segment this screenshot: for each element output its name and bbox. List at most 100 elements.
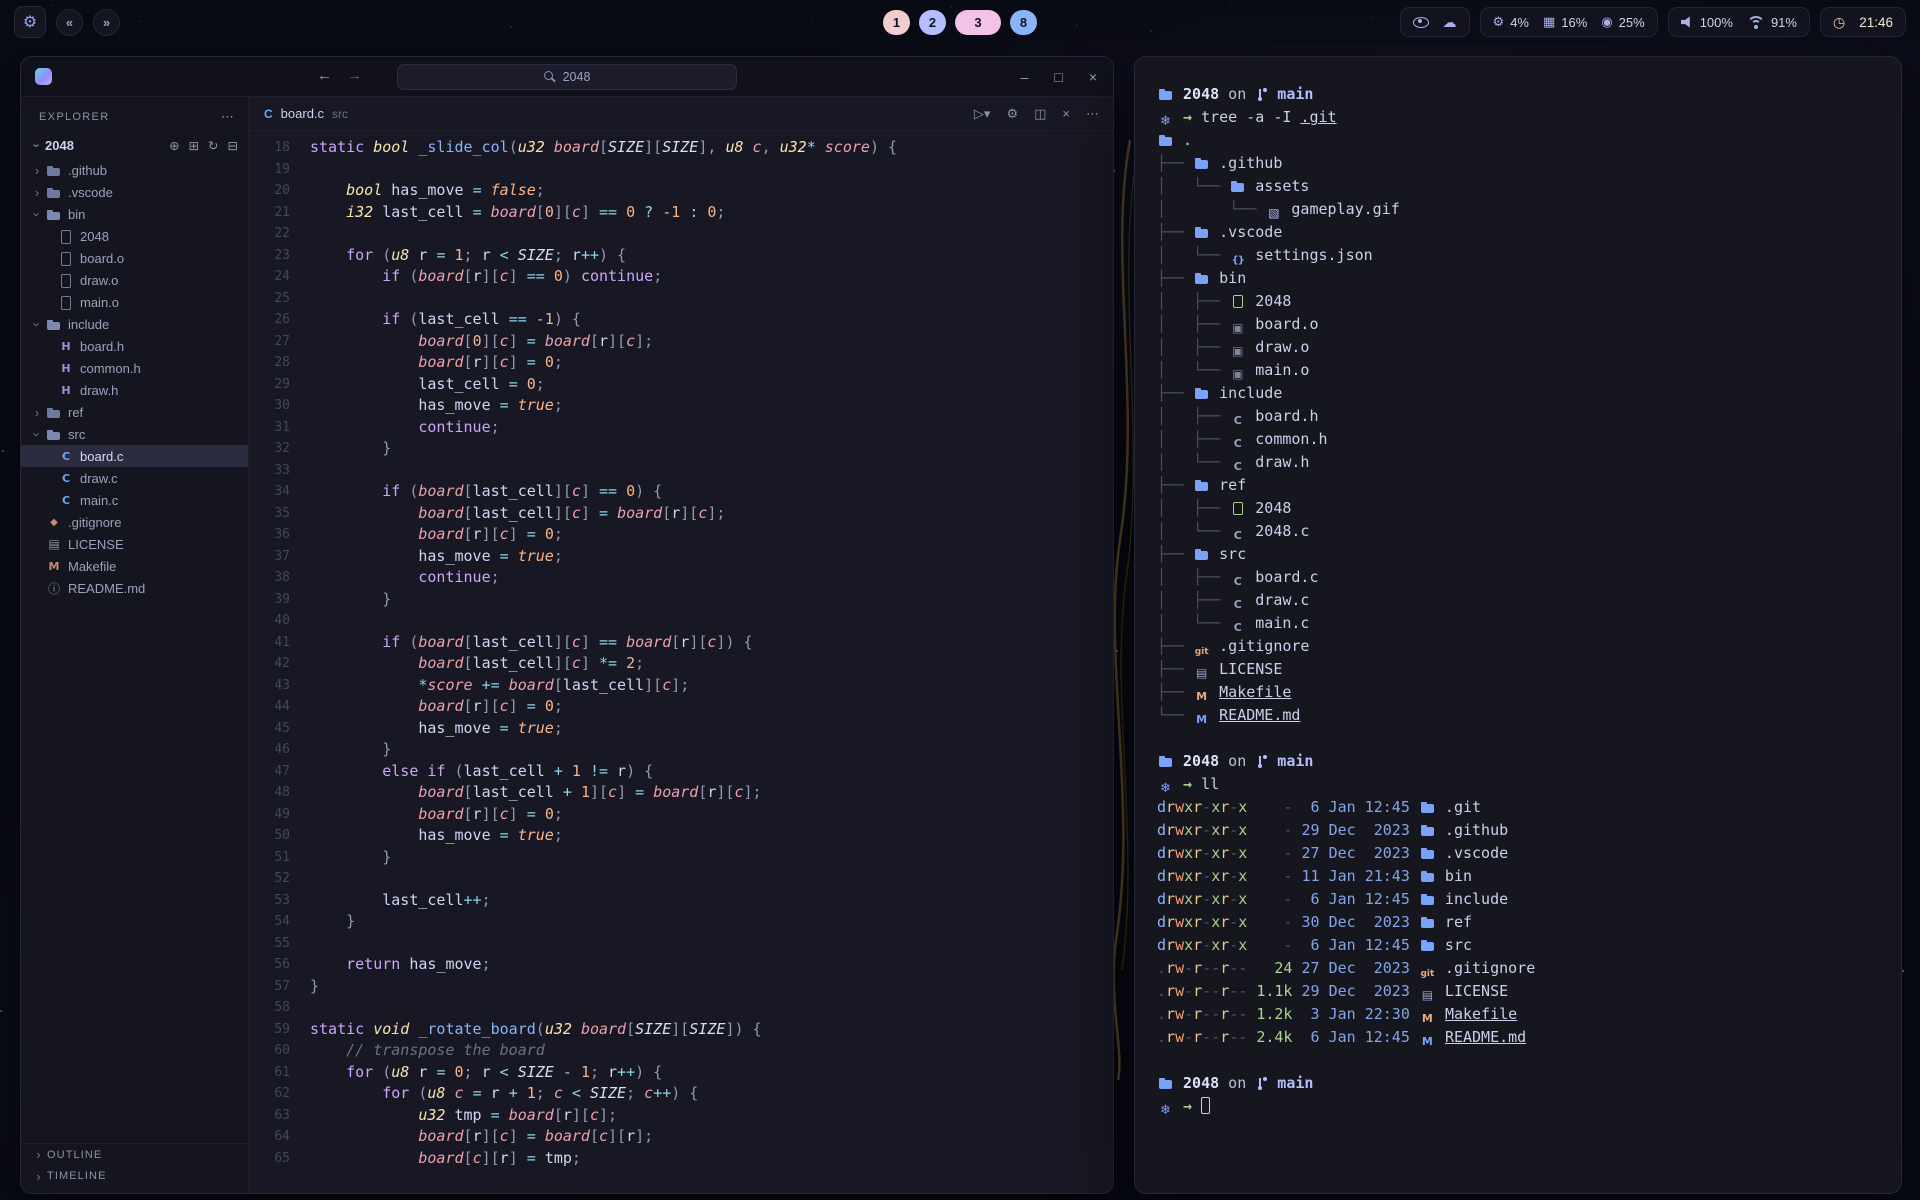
run-icon[interactable]: ▷▾ — [974, 106, 991, 122]
wifi-stat[interactable]: 91% — [1747, 15, 1797, 30]
volume-stat[interactable]: 100% — [1681, 15, 1733, 30]
terminal-line: ├── ▤ LICENSE — [1157, 658, 1879, 681]
file-tree-item-src[interactable]: ›src — [21, 423, 248, 445]
split-editor-icon[interactable]: ◫ — [1034, 106, 1046, 122]
file-tree-item-draw.c[interactable]: Cdraw.c — [21, 467, 248, 489]
skip-forward-icon: » — [103, 15, 110, 30]
new-file-icon[interactable]: ⊕ — [169, 138, 179, 153]
file-tree-item-common.h[interactable]: Hcommon.h — [21, 357, 248, 379]
code-area[interactable]: 18static bool _slide_col(u32 board[SIZE]… — [250, 131, 1113, 1193]
terminal-line: drwxr-xr-x - 11 Jan 21:43 bin — [1157, 865, 1879, 888]
line-number: 55 — [250, 933, 310, 955]
clock-widget[interactable]: ◷ 21:46 — [1820, 7, 1906, 37]
file-tree-item-draw.o[interactable]: draw.o — [21, 269, 248, 291]
more-actions-icon[interactable]: ⋯ — [1086, 106, 1099, 122]
file-tree-item-board.c[interactable]: Cboard.c — [21, 445, 248, 467]
collapse-all-icon[interactable]: ⊟ — [228, 138, 238, 153]
code-line: 51 } — [250, 847, 1113, 869]
file-tree-item-main.c[interactable]: Cmain.c — [21, 489, 248, 511]
file-label: main.o — [80, 295, 119, 310]
line-number: 35 — [250, 503, 310, 525]
folder-icon — [1157, 86, 1174, 102]
file-tree-item-.vscode[interactable]: ›.vscode — [21, 181, 248, 203]
new-folder-icon[interactable]: ⊞ — [189, 138, 199, 153]
code-line: 41 if (board[last_cell][c] == board[r][c… — [250, 632, 1113, 654]
terminal-window[interactable]: 2048 on main❄ → tree -a -I .git .├── .gi… — [1134, 56, 1902, 1194]
file-tree-item-.gitignore[interactable]: ◆.gitignore — [21, 511, 248, 533]
refresh-icon[interactable]: ↻ — [208, 138, 218, 153]
c-source-icon: C — [1229, 528, 1246, 544]
close-editor-icon[interactable]: × — [1062, 106, 1070, 122]
line-number: 54 — [250, 911, 310, 933]
editor-tab-bar[interactable]: C board.c src ▷▾⚙◫×⋯ — [250, 97, 1113, 131]
file-tree-item-README.md[interactable]: ⓘREADME.md — [21, 577, 248, 599]
file-tree-item-2048[interactable]: 2048 — [21, 225, 248, 247]
file-tree-item-draw.h[interactable]: Hdraw.h — [21, 379, 248, 401]
line-number: 25 — [250, 288, 310, 310]
panel-outline[interactable]: ›OUTLINE — [21, 1143, 248, 1165]
launcher-button[interactable]: ⚙ — [14, 6, 46, 38]
file-tree-item-ref[interactable]: ›ref — [21, 401, 248, 423]
file-tree-item-board.o[interactable]: board.o — [21, 247, 248, 269]
terminal-line: ├── ref — [1157, 474, 1879, 497]
desktop: ⚙ « » 1238 ☁ ⚙4% ▦16% ◉25% 100% 91% ◷ 21… — [0, 0, 1920, 1200]
skip-forward-button[interactable]: » — [93, 9, 120, 36]
file-icon — [57, 251, 75, 266]
code-line: 39 } — [250, 589, 1113, 611]
line-number: 59 — [250, 1019, 310, 1041]
file-tree-item-bin[interactable]: ›bin — [21, 203, 248, 225]
settings-icon[interactable]: ⚙ — [1006, 106, 1018, 122]
file-tree-item-.github[interactable]: ›.github — [21, 159, 248, 181]
memory-value: 16% — [1561, 15, 1587, 30]
line-number: 53 — [250, 890, 310, 912]
search-input[interactable]: 2048 — [397, 64, 737, 90]
minimize-icon[interactable]: – — [1021, 69, 1029, 85]
folder-icon — [1419, 799, 1436, 815]
folder-icon — [1419, 822, 1436, 838]
line-number: 57 — [250, 976, 310, 998]
markdown-icon: M — [1193, 712, 1210, 728]
explorer-title: EXPLORER — [39, 111, 109, 123]
code-line: 46 } — [250, 739, 1113, 761]
line-number: 41 — [250, 632, 310, 654]
terminal-line: .rw-r--r-- 1.2k 3 Jan 22:30 M Makefile — [1157, 1003, 1879, 1026]
json-icon: {} — [1229, 253, 1246, 269]
back-icon[interactable]: ← — [317, 67, 332, 84]
forward-icon[interactable]: → — [347, 67, 362, 84]
panel-timeline[interactable]: ›TIMELINE — [21, 1165, 248, 1187]
line-number: 32 — [250, 438, 310, 460]
file-icon — [57, 295, 75, 310]
sidebar-panels: ›OUTLINE›TIMELINE — [21, 1143, 248, 1187]
markdown-icon: M — [1419, 1034, 1436, 1050]
cpu-icon: ⚙ — [1493, 14, 1505, 30]
terminal-line: drwxr-xr-x - 30 Dec 2023 ref — [1157, 911, 1879, 934]
chevron-down-icon: › — [30, 206, 45, 222]
workspace-3[interactable]: 3 — [955, 10, 1001, 35]
maximize-icon[interactable]: □ — [1054, 69, 1062, 85]
image-icon: ▧ — [1265, 205, 1282, 221]
workspace-8[interactable]: 8 — [1010, 10, 1037, 35]
line-number: 21 — [250, 202, 310, 224]
weather-widget[interactable]: ☁ — [1400, 7, 1470, 37]
workspace-2[interactable]: 2 — [919, 10, 946, 35]
file-tree-item-board.h[interactable]: Hboard.h — [21, 335, 248, 357]
makefile-icon: M — [1419, 1011, 1436, 1027]
line-number: 39 — [250, 589, 310, 611]
cpu-value: 4% — [1510, 15, 1529, 30]
file-tree-root[interactable]: › 2048 ⊕⊞↻⊟ — [21, 133, 248, 157]
code-line: 20 bool has_move = false; — [250, 180, 1113, 202]
code-line: 38 continue; — [250, 567, 1113, 589]
workspace-1[interactable]: 1 — [883, 10, 910, 35]
more-icon[interactable]: ⋯ — [221, 109, 234, 125]
file-tree-item-LICENSE[interactable]: ▤LICENSE — [21, 533, 248, 555]
code-line: 45 has_move = true; — [250, 718, 1113, 740]
editor-titlebar[interactable]: ← → 2048 – □ × — [21, 57, 1113, 97]
file-tree-item-Makefile[interactable]: MMakefile — [21, 555, 248, 577]
file-tree-item-include[interactable]: ›include — [21, 313, 248, 335]
skip-back-button[interactable]: « — [56, 9, 83, 36]
code-line: 53 last_cell++; — [250, 890, 1113, 912]
file-tree-item-main.o[interactable]: main.o — [21, 291, 248, 313]
code-line: 55 — [250, 933, 1113, 955]
top-bar: ⚙ « » 1238 ☁ ⚙4% ▦16% ◉25% 100% 91% ◷ 21… — [0, 0, 1920, 44]
close-icon[interactable]: × — [1089, 69, 1097, 85]
